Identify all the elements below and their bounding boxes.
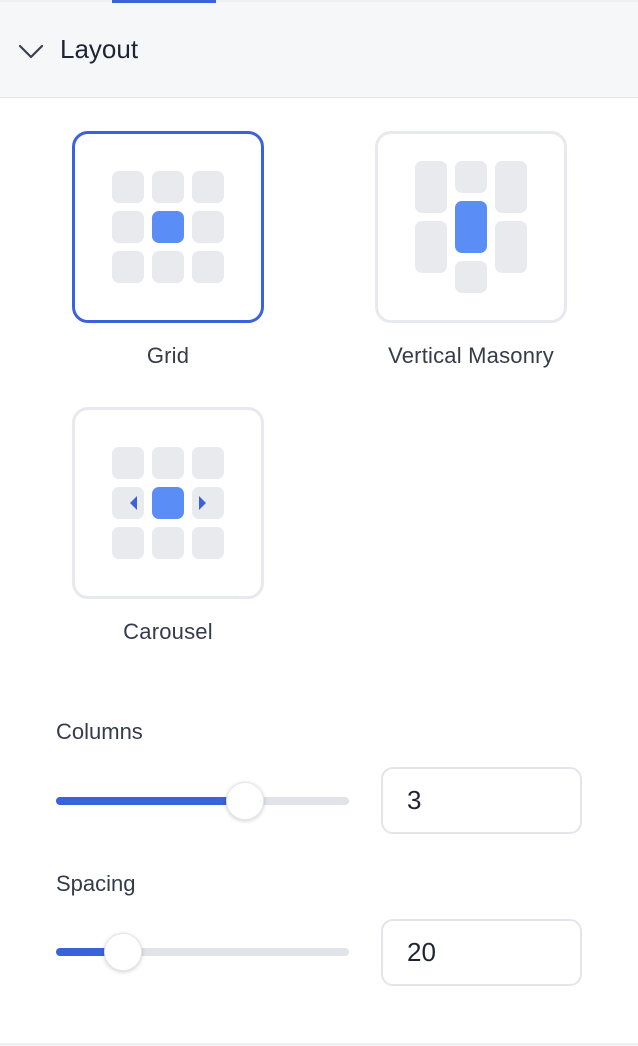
grid-layout-icon: [112, 171, 224, 283]
layout-section-header[interactable]: Layout: [0, 0, 638, 98]
active-tab-indicator: [112, 0, 216, 3]
layout-option-vertical-masonry[interactable]: [375, 131, 567, 323]
layout-option-carousel[interactable]: [72, 407, 264, 599]
spacing-slider-thumb[interactable]: [104, 933, 142, 971]
layout-option-grid[interactable]: [72, 131, 264, 323]
chevron-down-icon: [18, 44, 44, 59]
section-title: Layout: [60, 34, 139, 64]
spacing-input[interactable]: [381, 919, 582, 986]
carousel-layout-icon: [112, 447, 224, 559]
columns-input[interactable]: [381, 767, 582, 834]
spacing-label: Spacing: [56, 871, 136, 896]
columns-slider-thumb[interactable]: [226, 782, 264, 820]
layout-label-grid: Grid: [146, 343, 190, 368]
columns-label: Columns: [56, 719, 143, 744]
layout-label-carousel: Carousel: [123, 619, 213, 644]
columns-slider-fill: [56, 797, 245, 805]
spacing-slider[interactable]: [56, 932, 349, 972]
layout-label-vertical-masonry: Vertical Masonry: [388, 343, 554, 368]
masonry-layout-icon: [415, 161, 527, 293]
columns-slider[interactable]: [56, 781, 349, 821]
